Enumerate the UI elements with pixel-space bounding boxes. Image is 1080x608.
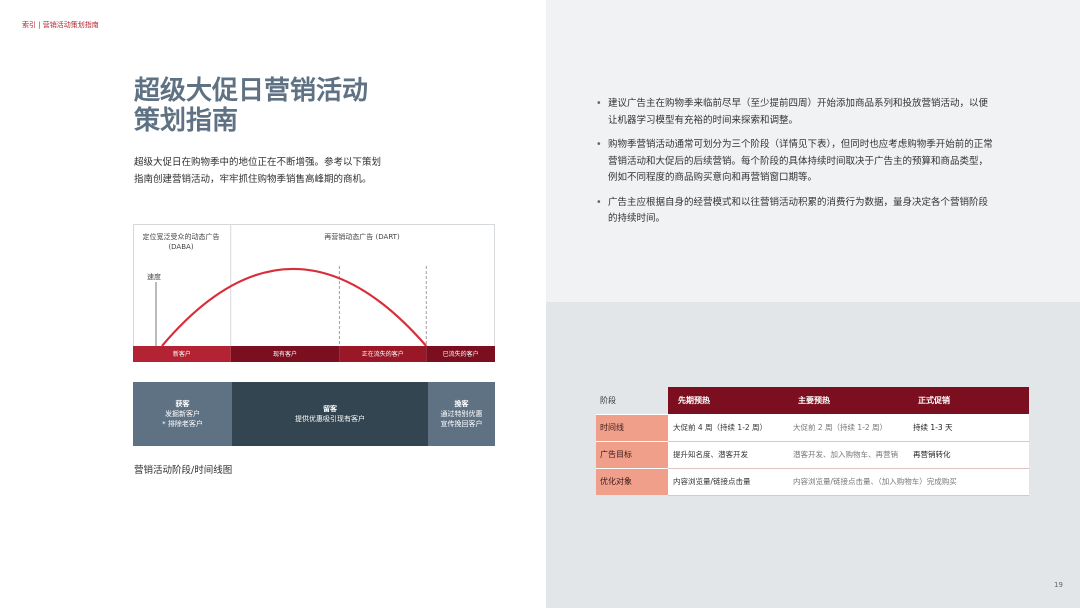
row-label-timeline: 时间线 xyxy=(596,413,668,441)
bullet-2-line-3: 例如不同程度的商品购买意向和再营销窗口期等。 xyxy=(608,172,818,183)
bullet-item-3: 广告主应根据自身的经营模式和以往营销活动积累的消费行为数据，量身决定各个营销阶段… xyxy=(596,195,1028,228)
bullet-1-line-2: 让机器学习模型有充裕的时间来探索和调整。 xyxy=(608,114,799,126)
bullet-item-1: 建议广告主在购物季来临前尽早（至少提前四周）开始添加商品系列和投放营销活动，以便… xyxy=(596,96,1028,129)
table-cell: 大促前 2 周（持续 1-2 周） xyxy=(788,414,908,442)
table-header-sale: 正式促销 xyxy=(908,387,1029,414)
daba-title-line-1: 定位宽泛受众的动态广告 xyxy=(143,232,220,241)
table-row: 广告目标 提升知名度、潜客开发 潜客开发、加入购物车、再营销 再营销转化 xyxy=(596,440,1029,469)
speed-label: 速度 xyxy=(147,272,161,281)
intro-line-2: 指南创建营销活动，牢牢抓住购物季销售高峰期的商机。 xyxy=(134,174,372,185)
segment-label-new: 新客户 xyxy=(173,350,191,358)
segment-label-losing: 正在流失的客户 xyxy=(362,350,404,358)
bullet-item-2: 购物季营销活动通常可划分为三个阶段（详情见下表），但同时也应考虑购物季开始前的正… xyxy=(596,137,1028,187)
page-number: 19 xyxy=(1054,581,1063,589)
phase-retain-title: 留客 xyxy=(323,405,337,413)
table-cell: 提升知名度、潜客开发 xyxy=(668,441,788,469)
table-header-stage: 阶段 xyxy=(600,395,616,405)
table-header-early-warmup: 先期预热 xyxy=(668,387,788,414)
phase-winback-line-2: 宣传挽回客户 xyxy=(440,420,483,428)
bullet-3-line-1: 广告主应根据自身的经营模式和以往营销活动积累的消费行为数据，量身决定各个营销阶段 xyxy=(608,196,989,208)
page-title: 超级大促日营销活动 策划指南 xyxy=(134,76,454,136)
table-cell: 潜客开发、加入购物车、再营销 xyxy=(788,441,908,469)
chart-caption: 营销活动阶段/时间线图 xyxy=(134,465,233,476)
bullet-2-line-1: 购物季营销活动通常可划分为三个阶段（详情见下表），但同时也应考虑购物季开始前的正… xyxy=(608,139,993,150)
phase-acquire-line-2: * 排除老客户 xyxy=(162,420,203,428)
bullet-2-line-2: 营销活动和大促后的后续营销。每个阶段的具体持续时间取决于广告主的预算和商品类型， xyxy=(608,155,989,167)
row-label-optimization: 优化对象 xyxy=(596,467,668,495)
table-cell: 再营销转化 xyxy=(908,441,1029,469)
table-cell: 持续 1-3 天 xyxy=(908,414,1029,442)
table-header-main-warmup: 主要预热 xyxy=(788,387,908,414)
segment-label-lost: 已流失的客户 xyxy=(443,350,479,358)
intro-line-1: 超级大促日在购物季中的地位正在不断增强。参考以下策划 xyxy=(134,157,382,168)
phase-acquire: 获客 发掘新客户 * 排除老客户 xyxy=(133,382,232,446)
breadcrumb[interactable]: 索引 | 营销活动策划指南 xyxy=(22,20,99,30)
speed-curve xyxy=(161,268,428,347)
intro-paragraph: 超级大促日在购物季中的地位正在不断增强。参考以下策划 指南创建营销活动，牢牢抓住… xyxy=(134,154,424,188)
phase-boxes: 获客 发掘新客户 * 排除老客户 留客 提供优惠吸引现有客户 挽客 通过特别优惠… xyxy=(133,382,495,446)
page-title-line-2: 策划指南 xyxy=(134,106,239,136)
page-title-line-1: 超级大促日营销活动 xyxy=(134,76,369,106)
phase-winback: 挽客 通过特别优惠 宣传挽回客户 xyxy=(428,382,495,446)
row-label-ad-goal: 广告目标 xyxy=(596,440,668,468)
table-row: 优化对象 内容浏览量/链接点击量 内容浏览量/链接点击量、（加入购物车）完成购买 xyxy=(596,467,1029,496)
phase-acquire-title: 获客 xyxy=(175,400,190,408)
bullet-3-line-2: 的持续时间。 xyxy=(608,213,666,224)
table-cell: 大促前 4 周（持续 1-2 周） xyxy=(668,414,788,442)
table-cell: 内容浏览量/链接点击量 xyxy=(668,468,788,496)
daba-title-line-2: (DABA) xyxy=(168,243,193,251)
phase-retain: 留客 提供优惠吸引现有客户 xyxy=(232,382,428,446)
bullet-list: 建议广告主在购物季来临前尽早（至少提前四周）开始添加商品系列和投放营销活动，以便… xyxy=(596,96,1028,236)
phase-winback-line-1: 通过特别优惠 xyxy=(440,410,483,418)
phase-winback-title: 挽客 xyxy=(454,400,469,408)
campaign-phase-chart: 定位宽泛受众的动态广告 (DABA) 再营销动态广告 (DART) 速度 新客户… xyxy=(133,224,495,362)
dart-title: 再营销动态广告 (DART) xyxy=(324,232,400,241)
segment-label-existing: 现有客户 xyxy=(273,350,297,358)
table-row: 时间线 大促前 4 周（持续 1-2 周） 大促前 2 周（持续 1-2 周） … xyxy=(596,413,1029,442)
table-header-row: 阶段 先期预热 主要预热 正式促销 xyxy=(596,387,1029,414)
phase-acquire-line-1: 发掘新客户 xyxy=(165,410,200,418)
phase-retain-line-1: 提供优惠吸引现有客户 xyxy=(295,415,365,423)
bullet-1-line-1: 建议广告主在购物季来临前尽早（至少提前四周）开始添加商品系列和投放营销活动，以便 xyxy=(608,98,989,109)
phase-timeline-table: 阶段 先期预热 主要预热 正式促销 时间线 大促前 4 周（持续 1-2 周） … xyxy=(596,387,1029,496)
table-cell: 内容浏览量/链接点击量、（加入购物车）完成购买 xyxy=(788,468,1029,496)
